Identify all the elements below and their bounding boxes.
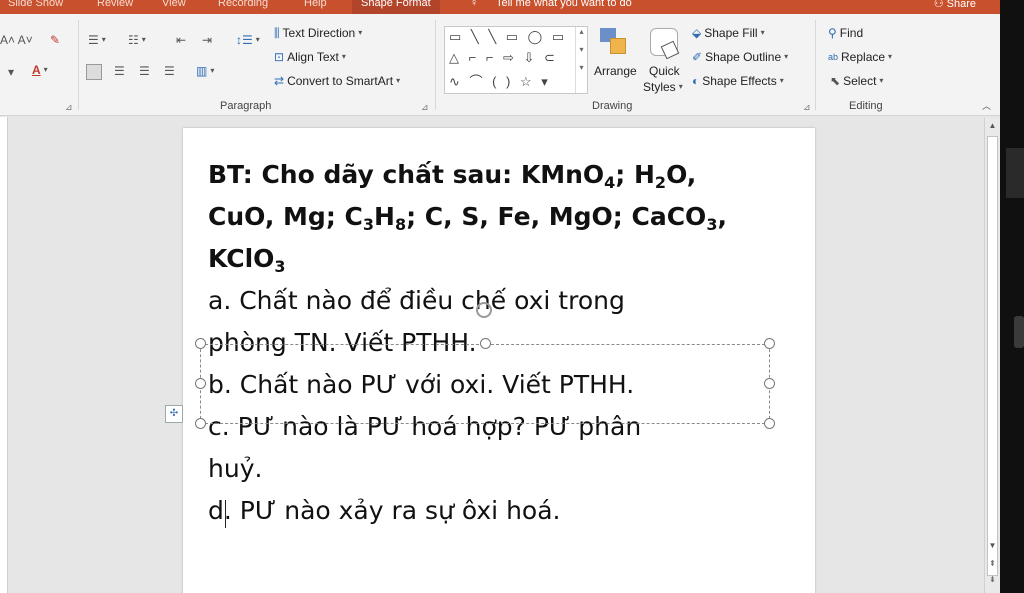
tab-view[interactable]: View [162,0,186,9]
resize-handle-top-right[interactable] [764,338,775,349]
search-icon: ⚲ [828,26,837,40]
paragraph-group-label: Paragraph [220,100,272,112]
increase-indent-icon[interactable]: ⇥ [202,34,212,46]
ribbon-tab-bar: Slide Show Review View Recording Help Sh… [0,0,1000,14]
rotate-handle-icon[interactable] [476,302,492,318]
shapes-gallery[interactable]: ▭ ╲ ╲ ▭ ◯ ▭ △ ⌐ ⌐ ⇨ ⇩ ⊂ ∿ ⌒ ( ) ☆ ▾ ▴ ▾ ▾ [444,26,588,94]
drawing-dialog-launcher-icon[interactable]: ⊿ [803,102,811,113]
resize-handle-right[interactable] [764,378,775,389]
ribbon: A˄ A˅ ✎ ▾ A ▾ ☰ ▾ ☷ ▾ ⇤ ⇥ ↕☰ ▾ ☰ ☰ ☰ ▥ ▾ ⫼ Tex… [0,14,1000,116]
question-d: d. PƯ nào xảy ra sự ôxi hoá. [208,496,561,525]
text-cursor [225,500,226,528]
text-direction-icon: ⫼ [274,26,280,40]
font-size-buttons[interactable]: A˄ A˅ [0,34,33,46]
columns-icon[interactable]: ▥ ▾ [196,65,214,77]
exercise-title-line-3: KClO3 [208,244,286,276]
drawing-group-label: Drawing [592,100,633,112]
vertical-scrollbar[interactable]: ▲ ▼ ⇞ ⇟ [984,118,1000,593]
paragraph-dialog-launcher-icon[interactable]: ⊿ [421,102,429,113]
collapse-ribbon-icon[interactable]: ︿ [982,102,991,111]
exercise-title-line-2: CuO, Mg; C3H8; C, S, Fe, MgO; CaCO3, [208,202,727,234]
decrease-indent-icon[interactable]: ⇤ [176,34,186,46]
shape-effects-button[interactable]: ◐ Shape Effects ▾ [692,74,784,88]
find-button[interactable]: ⚲ Find [828,26,863,40]
replace-icon: ab [828,51,839,62]
font-dialog-launcher-icon[interactable]: ⊿ [65,102,73,113]
person-icon: ⚇ [933,0,947,10]
replace-button[interactable]: ab Replace ▾ [828,50,892,64]
arrange-button[interactable]: Arrange [594,64,637,78]
tab-review[interactable]: Review [97,0,133,9]
tab-help[interactable]: Help [304,0,327,9]
next-slide-icon[interactable]: ⇟ [987,574,998,586]
convert-smartart-button[interactable]: ⇄ Convert to SmartArt ▾ [274,74,400,88]
previous-slide-icon[interactable]: ⇞ [987,558,998,570]
pencil-icon: ✐ [692,50,703,64]
quick-styles-button[interactable]: Quick [649,64,680,78]
shapes-row-3: ∿ ⌒ ( ) ☆ ▾ [449,74,551,89]
scroll-up-icon[interactable]: ▲ [987,120,998,132]
question-c-line-2: huỷ. [208,454,263,483]
editing-group-label: Editing [849,100,883,112]
scroll-down-icon[interactable]: ▼ [987,540,998,552]
resize-handle-left[interactable] [195,378,206,389]
scroll-thumb[interactable] [987,136,998,576]
line-spacing-icon[interactable]: ↕☰ ▾ [236,34,260,46]
shape-fill-button[interactable]: ⬙ Shape Fill ▾ [692,26,765,40]
lightbulb-icon: ♀ [470,0,479,9]
exercise-title-line-1: BT: Cho dãy chất sau: KMnO4; H2O, [208,160,697,192]
tell-me-search[interactable]: Tell me what you want to do [496,0,632,9]
shapes-gallery-scroll[interactable]: ▴ ▾ ▾ [575,27,587,93]
select-button[interactable]: ⬉ Select ▾ [830,74,883,88]
question-a-line-1: a. Chất nào để điều chế oxi trong [208,286,625,315]
align-text-button[interactable]: ⊡ Align Text ▾ [274,50,346,64]
align-left-icon[interactable] [86,64,102,80]
resize-handle-top-left[interactable] [195,338,206,349]
align-right-icon[interactable]: ☰ [139,65,150,77]
arrange-icon [600,28,628,56]
font-color-icon[interactable]: A ▾ [32,64,48,76]
justify-icon[interactable]: ☰ [164,65,175,77]
resize-handle-top[interactable] [480,338,491,349]
paint-bucket-icon: ⬙ [692,26,702,40]
text-direction-button[interactable]: ⫼ Text Direction ▾ [274,26,362,40]
cursor-arrow-icon: ⬉ [830,74,841,88]
external-window-edge [1000,0,1024,593]
tab-shape-format[interactable]: Shape Format [352,0,440,14]
font-dropdown-arrow[interactable]: ▾ [8,66,14,78]
shape-selection-box[interactable] [200,344,770,424]
smartart-icon: ⇄ [274,74,285,88]
share-button[interactable]: ⚇ Share [934,0,976,10]
quick-styles-label: Styles ▾ [643,80,683,94]
effects-icon: ◐ [692,74,700,88]
slide-thumbnail-panel[interactable] [0,117,8,593]
clear-format-icon[interactable]: ✎ [50,34,60,46]
shapes-row-1: ▭ ╲ ╲ ▭ ◯ ▭ [449,29,568,44]
quick-styles-icon [650,28,680,60]
shapes-row-2: △ ⌐ ⌐ ⇨ ⇩ ⊂ [449,50,558,65]
tab-recording[interactable]: Recording [218,0,268,9]
bullets-icon[interactable]: ☰ ▾ [88,34,106,46]
numbering-icon[interactable]: ☷ ▾ [128,34,146,46]
align-center-icon[interactable]: ☰ [114,65,125,77]
align-text-icon: ⊡ [274,50,285,64]
resize-handle-bottom-left[interactable] [195,418,206,429]
tab-slide-show[interactable]: Slide Show [8,0,63,9]
layout-options-icon[interactable]: ✣ [165,405,183,423]
shape-outline-button[interactable]: ✐ Shape Outline ▾ [692,50,788,64]
resize-handle-bottom-right[interactable] [764,418,775,429]
